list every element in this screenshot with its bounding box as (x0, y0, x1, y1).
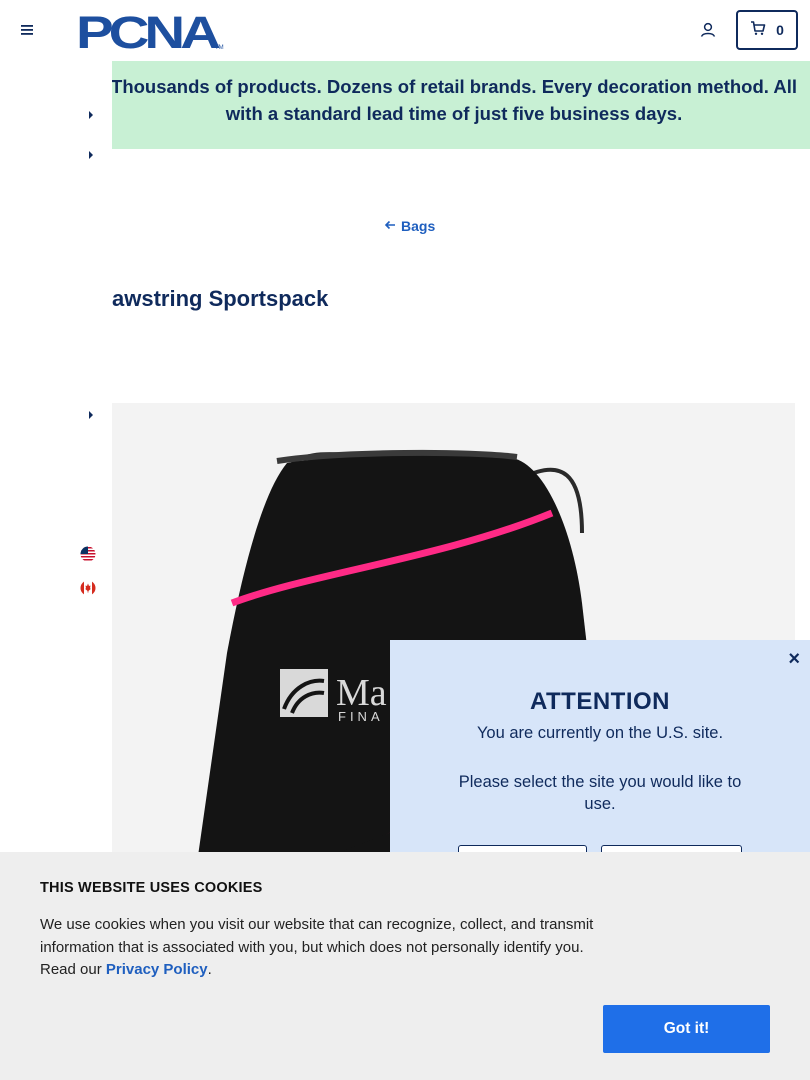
cart-button[interactable]: 0 (736, 10, 798, 50)
cookie-text-end: . (207, 961, 212, 978)
cookie-consent-bar: THIS WEBSITE USES COOKIES We use cookies… (0, 852, 810, 1080)
cart-icon (750, 20, 766, 41)
pcna-logo[interactable]: PCNA TM (76, 7, 224, 58)
canada-flag-icon[interactable] (80, 580, 96, 596)
us-flag-icon[interactable] (80, 546, 96, 562)
close-icon[interactable]: × (788, 648, 800, 671)
chevron-right-icon[interactable] (86, 147, 96, 159)
arrow-left-icon (384, 218, 396, 234)
cookie-title: THIS WEBSITE USES COOKIES (40, 880, 263, 896)
promo-banner: Thousands of products. Dozens of retail … (112, 61, 810, 149)
svg-text:PCNA: PCNA (76, 12, 220, 50)
site-header: PCNA TM 0 (0, 0, 810, 61)
accept-cookies-button[interactable]: Got it! (603, 1005, 770, 1053)
modal-message: You are currently on the U.S. site. (476, 724, 724, 742)
back-link-label: Bags (401, 218, 436, 234)
product-title: awstring Sportspack (112, 286, 329, 311)
cart-count: 0 (776, 22, 784, 38)
privacy-policy-link[interactable]: Privacy Policy (106, 961, 208, 978)
chevron-right-icon[interactable] (86, 407, 96, 419)
hamburger-menu-icon[interactable] (20, 22, 36, 38)
modal-title: ATTENTION (529, 688, 671, 715)
svg-text:FINA: FINA (338, 709, 384, 724)
chevron-right-icon[interactable] (86, 107, 96, 119)
cookie-text: We use cookies when you visit our websit… (40, 914, 610, 982)
account-icon[interactable] (699, 21, 717, 39)
promo-banner-text: Thousands of products. Dozens of retail … (112, 76, 797, 124)
svg-text:Ma: Ma (336, 672, 387, 714)
back-to-category-link[interactable]: Bags (384, 218, 435, 234)
svg-text:TM: TM (215, 45, 224, 50)
modal-prompt: Please select the site you would like to… (458, 773, 742, 813)
